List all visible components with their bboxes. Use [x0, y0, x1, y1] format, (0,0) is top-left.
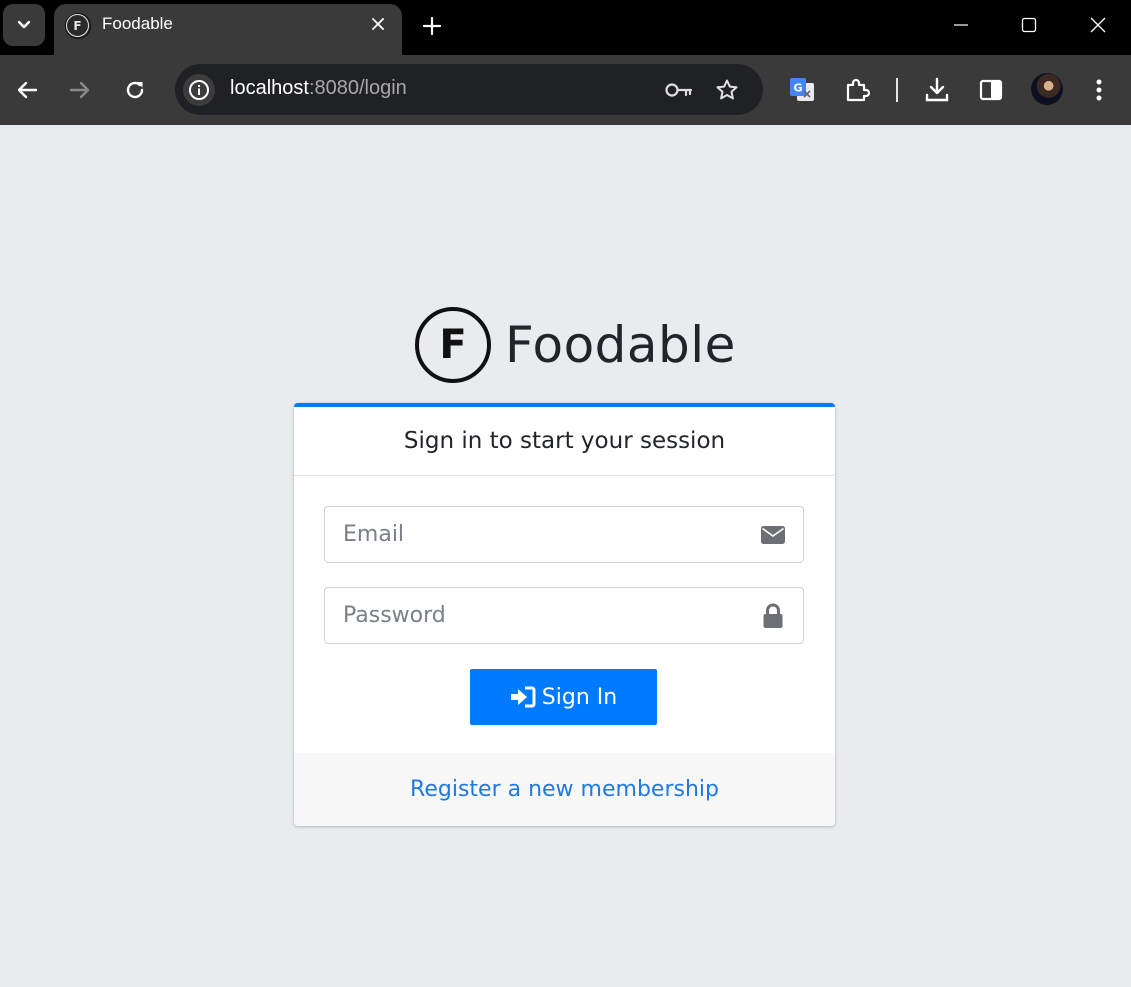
- bookmark-button[interactable]: [713, 76, 741, 104]
- chevron-down-icon: [17, 20, 31, 29]
- minimize-icon: [954, 24, 968, 26]
- avatar[interactable]: [1031, 73, 1063, 105]
- back-button[interactable]: [11, 74, 43, 106]
- close-window-button[interactable]: [1083, 10, 1113, 40]
- star-icon: [716, 79, 738, 100]
- more-vertical-icon: [1096, 79, 1102, 101]
- password-input[interactable]: [325, 588, 745, 643]
- browser-tab-foodable[interactable]: F Foodable: [54, 4, 402, 55]
- maximize-button[interactable]: [1014, 10, 1044, 40]
- close-icon: [372, 18, 384, 30]
- side-panel-icon: [979, 79, 1003, 101]
- tab-favicon: F: [65, 13, 91, 39]
- sign-in-icon: [510, 686, 536, 708]
- translate-button[interactable]: G: [786, 74, 818, 106]
- google-translate-icon: G: [790, 78, 814, 101]
- minimize-button[interactable]: [946, 10, 976, 40]
- reload-icon: [126, 81, 144, 99]
- brand-name: Foodable: [505, 316, 736, 374]
- lock-icon: [763, 603, 783, 628]
- tab-close-button[interactable]: [368, 14, 388, 34]
- tab-title: Foodable: [102, 14, 173, 33]
- puzzle-icon: [846, 78, 870, 102]
- forward-button[interactable]: [64, 74, 96, 106]
- key-icon: [665, 83, 693, 97]
- url-text[interactable]: localhost:8080/login: [230, 77, 407, 100]
- downloads-button[interactable]: [921, 74, 953, 106]
- brand-header[interactable]: F Foodable: [415, 307, 736, 383]
- side-panel-button[interactable]: [975, 74, 1007, 106]
- maximize-icon: [1021, 17, 1037, 33]
- arrow-right-icon: [69, 81, 90, 99]
- new-tab-button[interactable]: [420, 14, 444, 38]
- sign-in-label: Sign In: [541, 684, 618, 710]
- close-icon: [1090, 17, 1106, 33]
- plus-icon: [423, 17, 441, 35]
- password-field-icon: [759, 603, 787, 629]
- password-field[interactable]: [324, 587, 804, 644]
- url-path: :8080/login: [308, 77, 407, 99]
- toolbar-separator: [896, 78, 898, 102]
- address-bar[interactable]: localhost:8080/login: [175, 64, 763, 115]
- reload-button[interactable]: [119, 74, 151, 106]
- extensions-button[interactable]: [841, 74, 873, 106]
- favicon-letter: F: [66, 14, 89, 37]
- login-form: Sign In: [294, 476, 835, 753]
- login-card: Sign in to start your session Sign In Re: [294, 403, 835, 826]
- login-card-header: Sign in to start your session: [294, 407, 835, 476]
- tab-search-button[interactable]: [3, 4, 45, 46]
- email-input[interactable]: [325, 507, 745, 562]
- login-card-footer: Register a new membership: [294, 753, 835, 826]
- password-manager-button[interactable]: [665, 76, 693, 104]
- browser-toolbar: localhost:8080/login G: [0, 55, 1131, 125]
- email-field-icon: [759, 522, 787, 548]
- login-page: F Foodable Sign in to start your session…: [0, 125, 1131, 987]
- svg-text:G: G: [793, 82, 802, 95]
- arrow-left-icon: [17, 81, 38, 99]
- site-info-button[interactable]: [183, 74, 215, 106]
- register-link[interactable]: Register a new membership: [410, 777, 719, 802]
- browser-menu-button[interactable]: [1083, 74, 1115, 106]
- envelope-icon: [761, 526, 785, 544]
- sign-in-button[interactable]: Sign In: [470, 669, 657, 725]
- info-icon: [189, 80, 209, 100]
- brand-logo: F: [415, 307, 491, 383]
- email-field[interactable]: [324, 506, 804, 563]
- url-host: localhost: [230, 77, 309, 99]
- browser-titlebar: F Foodable: [0, 0, 1131, 55]
- download-icon: [925, 77, 949, 102]
